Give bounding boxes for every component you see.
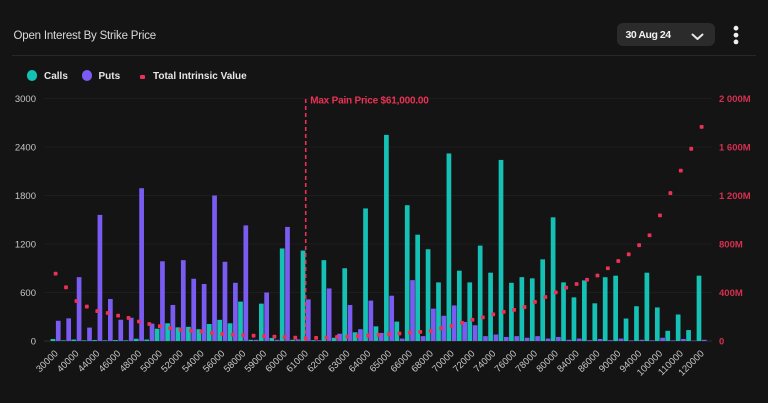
- svg-text:63000: 63000: [326, 348, 352, 374]
- svg-text:0: 0: [719, 336, 724, 347]
- svg-text:2400: 2400: [15, 142, 36, 153]
- svg-text:74000: 74000: [472, 348, 498, 374]
- svg-text:600: 600: [20, 288, 36, 299]
- svg-text:400M: 400M: [719, 288, 743, 299]
- svg-text:40000: 40000: [55, 348, 81, 374]
- svg-text:76000: 76000: [493, 348, 519, 374]
- svg-text:86000: 86000: [576, 348, 602, 374]
- svg-text:62000: 62000: [305, 348, 331, 374]
- svg-text:1 600M: 1 600M: [719, 142, 751, 153]
- svg-text:56000: 56000: [201, 348, 227, 374]
- svg-text:800M: 800M: [719, 239, 743, 250]
- svg-text:72000: 72000: [451, 348, 477, 374]
- svg-text:1 200M: 1 200M: [719, 191, 751, 202]
- svg-text:78000: 78000: [514, 348, 540, 374]
- svg-text:50000: 50000: [138, 348, 164, 374]
- svg-text:66000: 66000: [389, 348, 415, 374]
- svg-text:70000: 70000: [430, 348, 456, 374]
- svg-text:59000: 59000: [243, 348, 269, 374]
- svg-text:60000: 60000: [263, 348, 289, 374]
- svg-text:65000: 65000: [368, 348, 394, 374]
- svg-text:90000: 90000: [597, 348, 623, 374]
- svg-text:84000: 84000: [555, 348, 581, 374]
- svg-text:68000: 68000: [409, 348, 435, 374]
- svg-text:0: 0: [31, 336, 36, 347]
- svg-text:54000: 54000: [180, 348, 206, 374]
- svg-text:44000: 44000: [76, 348, 102, 374]
- svg-text:2 000M: 2 000M: [719, 94, 751, 105]
- svg-text:1200: 1200: [15, 239, 36, 250]
- svg-text:Max Pain Price $61,000.00: Max Pain Price $61,000.00: [310, 96, 429, 107]
- svg-text:1800: 1800: [15, 191, 36, 202]
- svg-text:46000: 46000: [97, 348, 123, 374]
- svg-text:80000: 80000: [534, 348, 560, 374]
- svg-text:48000: 48000: [118, 348, 144, 374]
- svg-text:58000: 58000: [222, 348, 248, 374]
- svg-text:3000: 3000: [15, 94, 36, 105]
- svg-text:30000: 30000: [34, 348, 60, 374]
- svg-text:64000: 64000: [347, 348, 373, 374]
- svg-text:52000: 52000: [159, 348, 185, 374]
- svg-text:61000: 61000: [284, 348, 310, 374]
